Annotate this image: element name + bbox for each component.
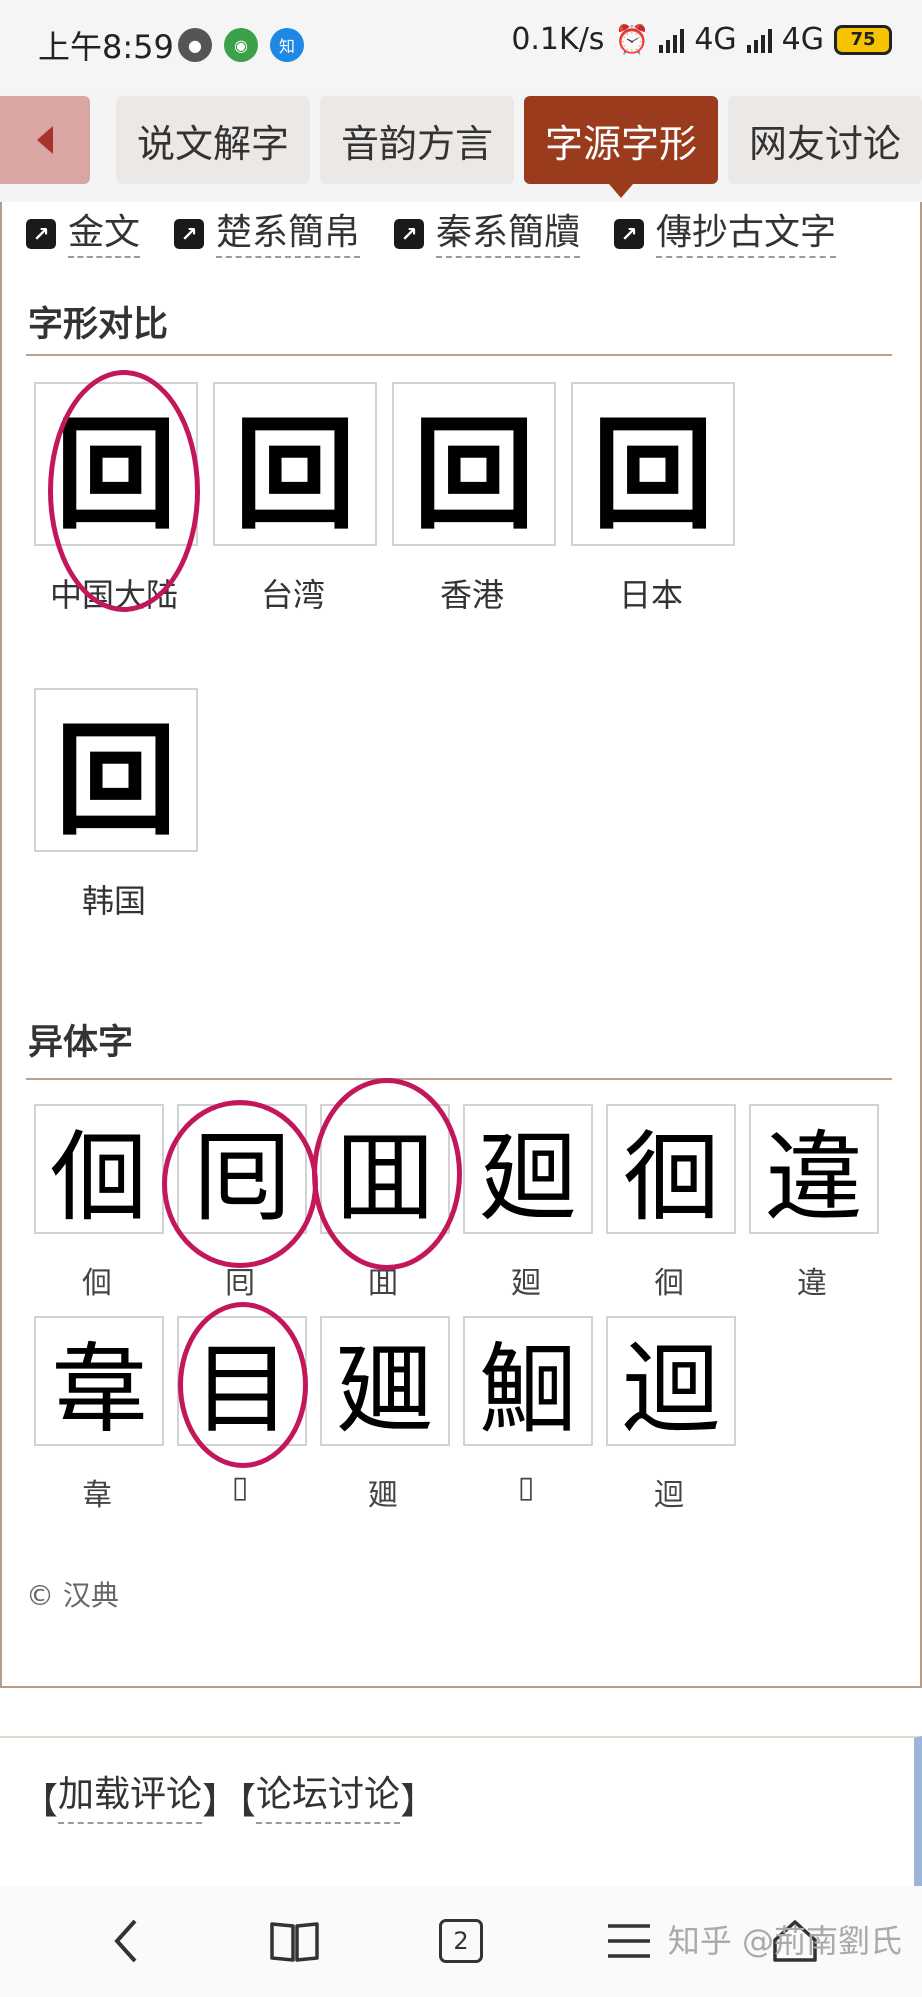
chevron-left-icon (37, 126, 53, 154)
alarm-icon: ⏰ (614, 23, 650, 56)
tab-count-icon: 2 (439, 1919, 483, 1963)
bracket-left: 【 (22, 1781, 59, 1822)
variant-label: 迴 (654, 1478, 684, 1513)
load-comments-link[interactable]: 加载评论 (58, 1772, 203, 1824)
ext-link-label: 秦系簡牘 (436, 210, 581, 258)
variant-glyph[interactable]: 廽 (320, 1316, 450, 1447)
glyph-compare-title: 字形对比 (28, 305, 169, 345)
status-time: 上午8:59 (38, 28, 174, 66)
status-bar: 上午8:59 ● ◉ 知 0.1K/s ⏰ 4G 4G 75 (0, 0, 922, 90)
bracket-right: 】 (400, 1781, 437, 1822)
content-panel: ↗ 金文 ↗ 楚系簡帛 ↗ 秦系簡牘 ↗ 傳抄古文字 字形对比 回 中国大陆 回… (0, 202, 922, 1688)
variant-label: 廽 (368, 1478, 398, 1513)
book-icon (270, 1922, 319, 1962)
ext-link-qinxi[interactable]: ↗ 秦系簡牘 (394, 210, 581, 258)
signal-icon (659, 27, 685, 53)
variant-label: 囘 (225, 1266, 255, 1301)
menu-icon (608, 1924, 650, 1958)
variants-title: 异体字 (28, 1023, 134, 1063)
variant-label: 廻 (511, 1266, 541, 1301)
copyright-text: © 汉典 (26, 1579, 119, 1612)
variant-label: 徊 (654, 1266, 684, 1301)
variant-glyph[interactable]: 囘 (177, 1104, 307, 1235)
bracket-mid: 】【 (202, 1781, 257, 1822)
variant-glyph[interactable]: 鮰 (463, 1316, 593, 1447)
variant-glyph[interactable]: 迴 (606, 1316, 736, 1447)
tab-bar: 说文解字 音韵方言 字源字形 网友讨论 (0, 90, 922, 202)
tab-shuowen[interactable]: 说文解字 (116, 96, 310, 184)
external-link-row: ↗ 金文 ↗ 楚系簡帛 ↗ 秦系簡牘 ↗ 傳抄古文字 (26, 210, 870, 258)
zhihu-icon: 知 (270, 28, 304, 62)
variant-label: 囬 (368, 1266, 398, 1301)
network-speed: 0.1K/s (511, 22, 605, 57)
watermark-text: 知乎 @荊南劉氏 (667, 1922, 902, 1960)
ext-link-chuxi[interactable]: ↗ 楚系簡帛 (174, 210, 361, 258)
tab-wangyou[interactable]: 网友讨论 (728, 96, 922, 184)
glyph-image-japan[interactable]: 回 (571, 382, 735, 546)
menu-button[interactable] (594, 1906, 664, 1976)
signal-icon-2 (746, 27, 772, 53)
ext-link-label: 楚系簡帛 (216, 210, 361, 258)
network-type-1: 4G (694, 22, 737, 57)
variant-label: 韋 (82, 1478, 112, 1513)
variant-glyph[interactable]: 囬 (320, 1104, 450, 1235)
tab-scroll-left-button[interactable] (0, 96, 90, 184)
globe-icon: ◉ (224, 28, 258, 62)
section-divider (26, 1078, 892, 1080)
back-button[interactable] (92, 1906, 162, 1976)
variant-label: ▯ (231, 1470, 249, 1505)
external-link-icon: ↗ (614, 219, 645, 249)
ext-link-jinwen[interactable]: ↗ 金文 (26, 210, 141, 258)
external-link-icon: ↗ (26, 219, 56, 249)
tab-yinyun[interactable]: 音韵方言 (320, 96, 514, 184)
ext-link-label: 金文 (68, 210, 141, 258)
variant-glyph[interactable]: 違 (749, 1104, 879, 1235)
variant-glyph[interactable]: 韋 (34, 1316, 164, 1447)
variant-label: 佪 (82, 1266, 112, 1301)
variant-label: ▯ (517, 1470, 535, 1505)
ext-link-chuanchao[interactable]: ↗ 傳抄古文字 (614, 210, 837, 258)
glyph-label-hongkong: 香港 (439, 576, 504, 614)
battery-icon: 75 (834, 24, 892, 55)
glyph-image-korea[interactable]: 回 (34, 688, 198, 852)
bookmarks-button[interactable] (260, 1906, 330, 1976)
comment-links: 【 加载评论 】【 论坛讨论 】 (22, 1772, 436, 1824)
glyph-image-mainland[interactable]: 回 (34, 382, 198, 546)
external-link-icon: ↗ (394, 219, 425, 249)
forum-discussion-link[interactable]: 论坛讨论 (256, 1772, 401, 1824)
glyph-label-korea: 韩国 (81, 882, 146, 920)
glyph-image-hongkong[interactable]: 回 (392, 382, 556, 546)
variant-glyph[interactable]: 目 (177, 1316, 307, 1447)
glyph-label-taiwan: 台湾 (260, 576, 325, 614)
comments-bar: 【 加载评论 】【 论坛讨论 】 (0, 1736, 922, 1888)
chevron-left-icon (114, 1919, 137, 1963)
ext-link-label: 傳抄古文字 (656, 210, 837, 258)
glyph-image-taiwan[interactable]: 回 (213, 382, 377, 546)
variant-glyph[interactable]: 廻 (463, 1104, 593, 1235)
tabs-button[interactable]: 2 (426, 1906, 496, 1976)
variant-label: 違 (797, 1266, 827, 1301)
status-right-cluster: 0.1K/s ⏰ 4G 4G 75 (511, 22, 892, 57)
variant-glyph[interactable]: 佪 (34, 1104, 164, 1235)
tab-ziyuan-active[interactable]: 字源字形 (524, 96, 718, 198)
bottom-nav: 2 知乎 @荊南劉氏 (0, 1886, 922, 1997)
wechat-icon: ● (178, 28, 212, 62)
glyph-label-mainland: 中国大陆 (49, 576, 178, 614)
section-divider (26, 354, 892, 356)
status-notification-icons: ● ◉ 知 (178, 28, 304, 62)
external-link-icon: ↗ (174, 219, 205, 249)
glyph-label-japan: 日本 (618, 576, 683, 614)
network-type-2: 4G (781, 22, 824, 57)
variant-glyph[interactable]: 徊 (606, 1104, 736, 1235)
